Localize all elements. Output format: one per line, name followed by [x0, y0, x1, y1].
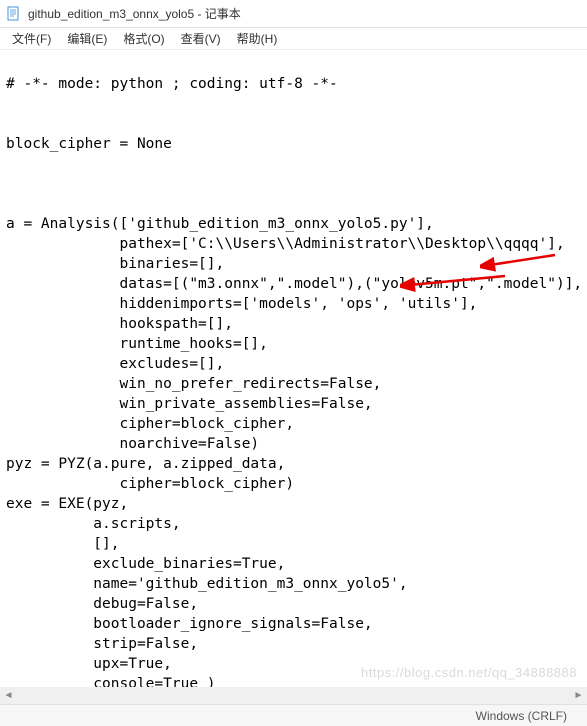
code-line: exclude_binaries=True, [6, 556, 285, 572]
menu-file[interactable]: 文件(F) [6, 28, 57, 49]
code-line: debug=False, [6, 596, 198, 612]
horizontal-scrollbar[interactable]: ◄ ► [0, 687, 587, 704]
code-line: bootloader_ignore_signals=False, [6, 616, 373, 632]
code-line: hookspath=[], [6, 316, 233, 332]
titlebar: github_edition_m3_onnx_yolo5 - 记事本 [0, 0, 587, 28]
code-line: excludes=[], [6, 356, 224, 372]
scroll-left-icon[interactable]: ◄ [0, 687, 17, 704]
code-line: pathex=['C:\\Users\\Administrator\\Deskt… [6, 236, 565, 252]
code-line: cipher=block_cipher) [6, 476, 294, 492]
editor-area[interactable]: # -*- mode: python ; coding: utf-8 -*- b… [0, 50, 587, 698]
notepad-icon [6, 6, 22, 22]
code-line: noarchive=False) [6, 436, 259, 452]
menu-edit[interactable]: 编辑(E) [61, 28, 113, 49]
code-line: upx=True, [6, 656, 172, 672]
status-encoding: Windows (CRLF) [476, 709, 567, 723]
code-line: a = Analysis(['github_edition_m3_onnx_yo… [6, 216, 434, 232]
code-line: datas=[("m3.onnx",".model"),("yolov5m.pt… [6, 276, 582, 292]
code-line: win_private_assemblies=False, [6, 396, 373, 412]
code-line: runtime_hooks=[], [6, 336, 268, 352]
code-line: binaries=[], [6, 256, 224, 272]
code-line: exe = EXE(pyz, [6, 496, 128, 512]
code-line: cipher=block_cipher, [6, 416, 294, 432]
menubar: 文件(F) 编辑(E) 格式(O) 查看(V) 帮助(H) [0, 28, 587, 50]
code-line: pyz = PYZ(a.pure, a.zipped_data, [6, 456, 285, 472]
scroll-track[interactable] [17, 687, 570, 704]
menu-format[interactable]: 格式(O) [117, 28, 170, 49]
menu-view[interactable]: 查看(V) [175, 28, 227, 49]
code-line: hiddenimports=['models', 'ops', 'utils']… [6, 296, 477, 312]
code-line: win_no_prefer_redirects=False, [6, 376, 381, 392]
code-line: name='github_edition_m3_onnx_yolo5', [6, 576, 408, 592]
statusbar: Windows (CRLF) [0, 704, 587, 726]
scroll-right-icon[interactable]: ► [570, 687, 587, 704]
code-line: a.scripts, [6, 516, 181, 532]
code-line: strip=False, [6, 636, 198, 652]
code-line: [], [6, 536, 120, 552]
code-line: block_cipher = None [6, 136, 172, 152]
window-title: github_edition_m3_onnx_yolo5 - 记事本 [28, 5, 241, 22]
menu-help[interactable]: 帮助(H) [231, 28, 284, 49]
code-line: # -*- mode: python ; coding: utf-8 -*- [6, 76, 338, 92]
